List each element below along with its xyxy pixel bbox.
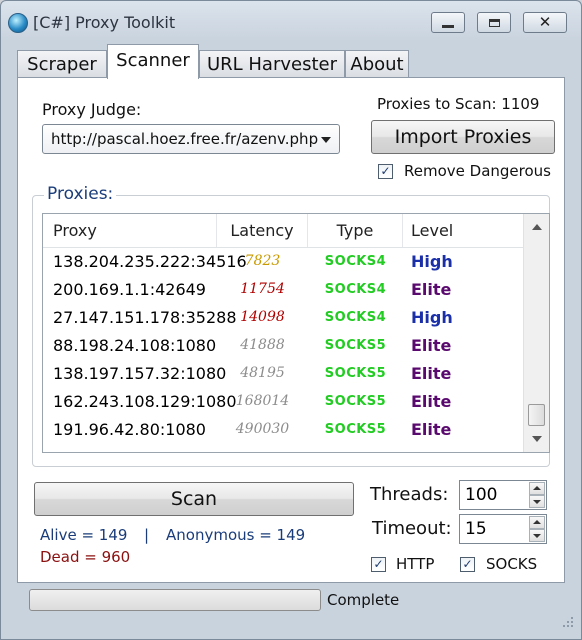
chevron-down-icon (321, 137, 331, 143)
proxy-type: SOCKS4 (324, 310, 387, 325)
threads-value: 100 (465, 485, 498, 505)
proxy-type: SOCKS4 (324, 254, 387, 269)
timeout-up-button[interactable] (529, 516, 545, 529)
list-header: Proxy Latency Type Level (43, 214, 523, 248)
minimize-button[interactable] (431, 12, 465, 33)
scroll-down-icon[interactable] (532, 436, 542, 442)
anonymity-level: High (411, 308, 453, 327)
proxy-judge-select[interactable]: http://pascal.hoez.free.fr/azenv.php (42, 124, 340, 154)
threads-down-button[interactable] (529, 495, 545, 508)
column-header-type[interactable]: Type (308, 214, 403, 247)
scanner-panel: Proxy Judge: http://pascal.hoez.free.fr/… (17, 77, 565, 583)
app-window: [C#] Proxy Toolkit ✕ Scraper Scanner URL… (0, 0, 582, 640)
table-row[interactable]: 27.147.151.178:35288 14098 SOCKS4 High (43, 304, 523, 332)
threads-spinner-buttons (529, 482, 545, 508)
proxy-address: 27.147.151.178:35288 (53, 308, 237, 327)
progress-bar (29, 589, 321, 611)
threads-spinner[interactable]: 100 (459, 480, 547, 510)
maximize-icon (488, 18, 500, 27)
latency-value: 168014 (235, 393, 290, 409)
tab-scanner[interactable]: Scanner (107, 44, 199, 79)
app-globe-icon (8, 13, 28, 33)
status-text: Complete (327, 591, 400, 609)
socks-checkbox[interactable]: ✓ (460, 557, 475, 572)
scroll-up-icon[interactable] (532, 224, 542, 230)
remove-dangerous-label: Remove Dangerous (404, 162, 551, 180)
proxy-list[interactable]: Proxy Latency Type Level 138.204.235.222… (42, 213, 550, 453)
latency-value: 11754 (240, 281, 285, 297)
column-header-latency[interactable]: Latency (217, 214, 308, 247)
import-proxies-button[interactable]: Import Proxies (371, 120, 555, 154)
threads-up-button[interactable] (529, 482, 545, 495)
tab-url-harvester[interactable]: URL Harvester (199, 50, 345, 78)
chevron-down-icon (533, 500, 541, 504)
anonymity-level: Elite (411, 336, 452, 355)
http-label: HTTP (396, 555, 435, 573)
table-row[interactable]: 138.204.235.222:34516 7823 SOCKS4 High (43, 248, 523, 276)
anonymity-level: Elite (411, 392, 452, 411)
minimize-icon (442, 24, 454, 28)
latency-value: 14098 (240, 309, 285, 325)
anonymity-level: Elite (411, 364, 452, 383)
stats-separator: | (144, 526, 150, 544)
proxies-group-title: Proxies: (44, 184, 117, 204)
window-title: [C#] Proxy Toolkit (33, 13, 176, 32)
latency-value: 490030 (235, 421, 290, 437)
column-header-level[interactable]: Level (403, 214, 523, 247)
proxies-to-scan-count: Proxies to Scan: 1109 (377, 95, 540, 113)
scan-button[interactable]: Scan (34, 482, 354, 516)
timeout-spinner-buttons (529, 516, 545, 542)
tab-about[interactable]: About (345, 50, 409, 78)
maximize-button[interactable] (477, 12, 511, 33)
title-bar[interactable]: [C#] Proxy Toolkit ✕ (1, 1, 581, 41)
latency-value: 7823 (244, 253, 281, 269)
tab-scraper[interactable]: Scraper (17, 50, 107, 78)
table-row[interactable]: 88.198.24.108:1080 41888 SOCKS5 Elite (43, 332, 523, 360)
timeout-label: Timeout: (372, 518, 452, 539)
chevron-up-icon (533, 520, 541, 524)
table-row[interactable]: 191.96.42.80:1080 490030 SOCKS5 Elite (43, 416, 523, 444)
proxy-type: SOCKS5 (324, 394, 387, 409)
proxy-address: 200.169.1.1:42649 (53, 280, 206, 299)
close-button[interactable]: ✕ (523, 12, 567, 33)
proxy-address: 162.243.108.129:1080 (53, 392, 237, 411)
checkmark-icon: ✓ (462, 557, 473, 571)
proxy-address: 88.198.24.108:1080 (53, 336, 217, 355)
table-row[interactable]: 200.169.1.1:42649 11754 SOCKS4 Elite (43, 276, 523, 304)
list-scrollbar[interactable] (523, 214, 549, 452)
socks-label: SOCKS (486, 555, 538, 573)
dead-count: Dead = 960 (40, 548, 131, 566)
table-row[interactable]: 162.243.108.129:1080 168014 SOCKS5 Elite (43, 388, 523, 416)
resize-grip-icon[interactable] (561, 617, 573, 629)
proxy-judge-value: http://pascal.hoez.free.fr/azenv.php (51, 130, 319, 148)
http-checkbox[interactable]: ✓ (371, 557, 386, 572)
timeout-spinner[interactable]: 15 (459, 514, 547, 544)
chevron-up-icon (533, 486, 541, 490)
checkmark-icon: ✓ (380, 164, 391, 178)
checkmark-icon: ✓ (373, 557, 384, 571)
anonymous-count: Anonymous = 149 (166, 526, 306, 544)
proxy-address: 138.197.157.32:1080 (53, 364, 227, 383)
latency-value: 48195 (240, 365, 285, 381)
proxy-type: SOCKS5 (324, 366, 387, 381)
alive-count: Alive = 149 (40, 526, 128, 544)
close-icon: ✕ (538, 13, 552, 31)
table-row[interactable]: 138.197.157.32:1080 48195 SOCKS5 Elite (43, 360, 523, 388)
proxy-type: SOCKS4 (324, 282, 387, 297)
scrollbar-thumb[interactable] (528, 404, 545, 426)
latency-value: 41888 (240, 337, 285, 353)
chevron-down-icon (533, 534, 541, 538)
timeout-down-button[interactable] (529, 529, 545, 542)
proxy-type: SOCKS5 (324, 338, 387, 353)
proxy-address: 191.96.42.80:1080 (53, 420, 206, 439)
threads-label: Threads: (370, 484, 449, 505)
anonymity-level: Elite (411, 420, 452, 439)
anonymity-level: High (411, 252, 453, 271)
remove-dangerous-checkbox[interactable]: ✓ (378, 164, 393, 179)
column-header-proxy[interactable]: Proxy (43, 214, 217, 247)
timeout-value: 15 (465, 519, 487, 539)
proxy-judge-label: Proxy Judge: (42, 100, 142, 119)
proxy-type: SOCKS5 (324, 422, 387, 437)
anonymity-level: Elite (411, 280, 452, 299)
